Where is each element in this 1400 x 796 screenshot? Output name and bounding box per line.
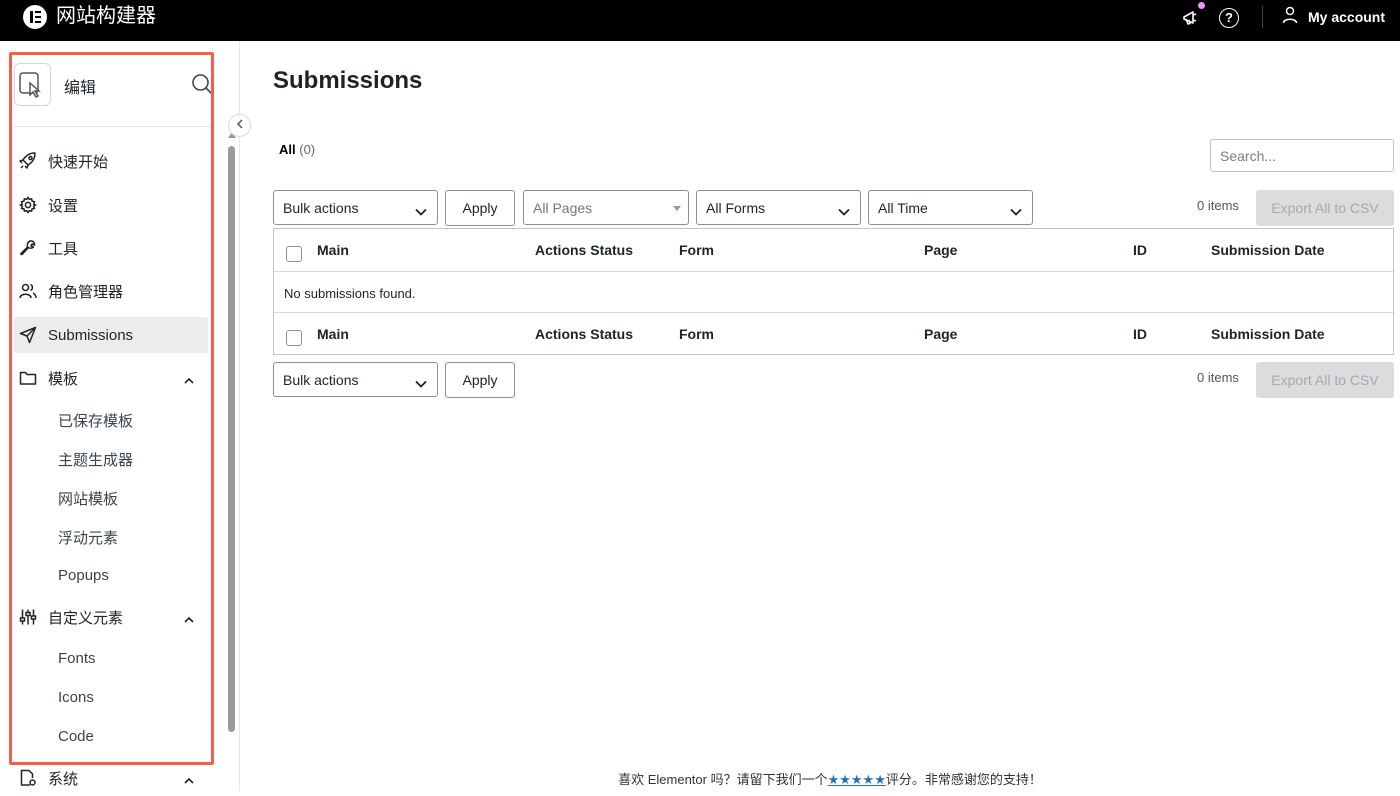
chevron-left-icon — [236, 119, 243, 129]
column-footer-id[interactable]: ID — [1133, 326, 1147, 342]
chevron-down-icon — [415, 375, 427, 391]
chevron-down-icon — [838, 203, 850, 219]
bulk-actions-label: Bulk actions — [283, 371, 359, 388]
column-footer-page: Page — [924, 326, 958, 342]
column-header-actions-status: Actions Status — [535, 242, 634, 258]
help-icon[interactable]: ? — [1219, 8, 1239, 28]
column-header-submission-date[interactable]: Submission Date — [1211, 242, 1325, 258]
collapse-sidebar-button[interactable] — [228, 114, 251, 137]
chevron-down-icon — [1010, 203, 1022, 219]
topbar-divider — [1262, 6, 1263, 28]
my-account-label: My account — [1308, 9, 1386, 25]
search-input[interactable] — [1210, 139, 1394, 172]
my-account-button[interactable]: My account — [1282, 6, 1385, 28]
column-header-id[interactable]: ID — [1133, 242, 1147, 258]
export-csv-button-bottom[interactable]: Export All to CSV — [1256, 362, 1394, 398]
table-row-empty: No submissions found. — [274, 271, 1393, 313]
filter-all-link[interactable]: All (0) — [279, 142, 315, 157]
submissions-table: Main Actions Status Form Page ID Submiss… — [273, 228, 1394, 355]
select-all-checkbox[interactable] — [286, 246, 302, 262]
select-all-checkbox-bottom[interactable] — [286, 330, 302, 346]
apply-button-top[interactable]: Apply — [445, 190, 515, 226]
all-forms-select[interactable]: All Forms — [696, 190, 861, 225]
empty-message: No submissions found. — [284, 286, 416, 301]
table-header-row: Main Actions Status Form Page ID Submiss… — [274, 229, 1393, 271]
megaphone-icon[interactable] — [1181, 8, 1201, 28]
all-time-label: All Time — [878, 199, 928, 216]
export-csv-button-top[interactable]: Export All to CSV — [1256, 190, 1394, 226]
sidebar-highlight-box — [9, 52, 214, 765]
user-icon — [1282, 6, 1298, 29]
column-footer-main[interactable]: Main — [317, 326, 349, 342]
bulk-actions-select-top[interactable]: Bulk actions — [273, 190, 438, 225]
all-forms-label: All Forms — [706, 199, 766, 216]
bulk-actions-select-bottom[interactable]: Bulk actions — [273, 362, 438, 397]
apply-button-bottom[interactable]: Apply — [445, 362, 515, 398]
all-pages-label: All Pages — [533, 199, 593, 216]
sidebar-scrollbar[interactable] — [228, 146, 235, 732]
filter-all-label: All — [279, 142, 296, 157]
items-count-top: 0 items — [1197, 198, 1239, 213]
table-footer-row: Main Actions Status Form Page ID Submiss… — [274, 313, 1393, 355]
top-bar: 网站构建器 ? My account — [0, 0, 1400, 41]
column-footer-actions-status: Actions Status — [535, 326, 634, 342]
chevron-down-icon — [415, 203, 427, 219]
notification-dot — [1198, 2, 1205, 9]
all-pages-select[interactable]: All Pages — [523, 190, 689, 225]
filter-all-count: (0) — [299, 142, 316, 157]
rating-stars-link[interactable]: ★★★★★ — [828, 772, 886, 787]
footer-text-after: 评分。非常感谢您的支持！ — [885, 772, 1042, 787]
column-header-page: Page — [924, 242, 958, 258]
column-header-form: Form — [679, 242, 714, 258]
all-time-select[interactable]: All Time — [868, 190, 1033, 225]
footer-rating-note: 喜欢 Elementor 吗？请留下我们一个★★★★★评分。非常感谢您的支持！ — [0, 769, 1400, 788]
caret-down-icon — [673, 206, 681, 211]
column-header-main[interactable]: Main — [317, 242, 349, 258]
elementor-logo-icon[interactable] — [23, 5, 47, 29]
footer-text-before: 喜欢 Elementor 吗？请留下我们一个 — [618, 772, 828, 787]
page-title: Submissions — [273, 67, 423, 94]
items-count-bottom: 0 items — [1197, 370, 1239, 385]
column-footer-form: Form — [679, 326, 714, 342]
column-footer-submission-date[interactable]: Submission Date — [1211, 326, 1325, 342]
app-title: 网站构建器 — [56, 5, 156, 27]
bulk-actions-label: Bulk actions — [283, 199, 359, 216]
